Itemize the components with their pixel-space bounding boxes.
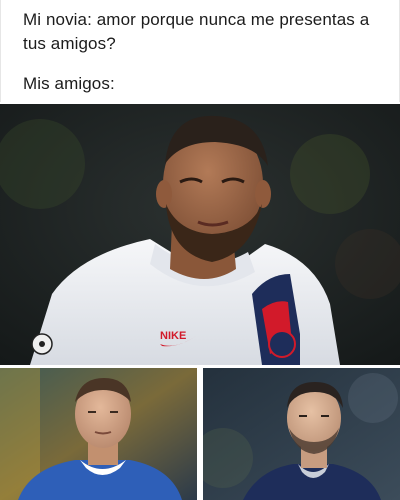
caption-line-friends: Mis amigos:: [23, 74, 115, 93]
photo-main-player: NIKE: [0, 104, 400, 365]
nike-logo-text: NIKE: [160, 330, 186, 342]
meme-caption: Mi novia: amor porque nunca me presentas…: [0, 0, 400, 102]
photo-friend-right: [203, 368, 400, 500]
photo-friend-left: [0, 368, 197, 500]
caption-line-girlfriend: Mi novia: amor porque nunca me presentas…: [23, 10, 370, 53]
